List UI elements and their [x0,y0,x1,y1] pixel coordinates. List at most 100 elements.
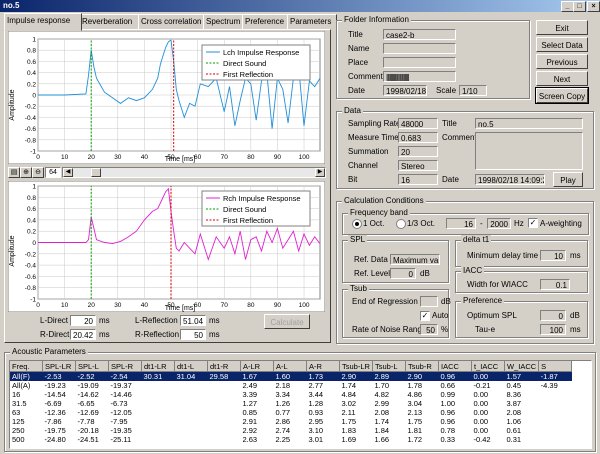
table-row[interactable]: 31.5 -6.69 -6.65 -6.73 1.27 1.26 1.28 3.02 2.99 3… [10,399,572,408]
tab-cross-correlation[interactable]: Cross correlation [138,14,206,30]
scroll-right-icon[interactable]: ▶ [315,168,325,177]
print-icon[interactable]: ▤ [8,167,20,178]
x-tick-label: 90 [274,154,282,161]
scroll-left-icon[interactable]: ◀ [63,168,73,177]
calc-group-title: Calculation Conditions [342,196,426,205]
min-delay-field[interactable]: 10 [540,250,566,261]
scroll-thumb[interactable] [91,168,101,177]
l-reflection-unit: ms [209,316,220,325]
next-button[interactable]: Next [536,71,588,86]
table-row[interactable]: 63 -12.36 -12.69 -12.05 0.85 0.77 0.93 2.11 2.08… [10,408,572,417]
folder-scale-field[interactable]: 1/10 [459,85,487,96]
folder-date-field[interactable]: 1998/02/18 [383,85,427,96]
column-header[interactable]: A-R [306,361,340,372]
folder-title-field[interactable]: case2-b [383,29,456,40]
column-header[interactable]: A-LR [240,361,274,372]
data-date-label: Date [442,175,459,184]
select-data-button[interactable]: Select Data [536,37,588,52]
table-row[interactable]: 500 -24.80 -24.51 -25.11 2.63 2.25 3.01 1.69 1.6… [10,435,572,444]
r-reflection-label: R-Reflection [135,330,180,339]
tau-e-field[interactable]: 100 [540,324,566,335]
table-cell [208,417,241,426]
data-date-field[interactable]: 1998/02/18 14:09:20 [475,174,545,185]
radio-1-oct[interactable] [352,219,362,229]
tab-spectrum[interactable]: Spectrum [203,14,245,30]
column-header[interactable]: S [538,361,573,372]
calculate-button[interactable]: Calculate [264,314,310,329]
column-header[interactable]: dt1-R [207,361,241,372]
column-header[interactable]: dt1-L [174,361,208,372]
column-header[interactable]: t_IACC [471,361,505,372]
table-row[interactable]: 125 -7.86 -7.78 -7.95 2.91 2.86 2.95 1.75 1.74 1.… [10,417,572,426]
previous-button[interactable]: Previous [536,54,588,69]
table-cell: 1.06 [506,417,522,426]
freq-low-field[interactable]: 16 [446,218,476,229]
lch-impulse-chart: 10.80.60.40.20-0.2-0.4-0.6-0.8-10 10 20 30 4… [8,31,325,164]
bit-field[interactable]: 16 [398,174,438,185]
a-weighting-checkbox[interactable]: ✓ [528,218,538,228]
tab-impulse-response[interactable]: Impulse response [4,13,82,31]
column-header[interactable]: A-L [273,361,307,372]
l-direct-field[interactable]: 20 [70,315,96,326]
column-header[interactable]: Tsub-R [405,361,439,372]
tab-parameters[interactable]: Parameters [287,14,337,30]
ref-level-field[interactable]: 0 [390,268,416,279]
x-tick-label: 20 [88,302,96,309]
table-cell: -19.75 [44,426,66,435]
folder-name-field[interactable] [383,43,456,54]
tab-preference[interactable]: Preference [242,14,290,30]
column-header[interactable]: IACC [438,361,472,372]
column-header[interactable]: W_IACC [504,361,540,372]
zoom-level-field[interactable]: 64 [45,167,61,178]
table-cell: 0.45 [506,381,522,390]
column-header[interactable]: dt1-LR [141,361,175,372]
auto-checkbox[interactable]: ✓ [420,311,430,321]
l-reflection-field[interactable]: 51.04 [180,315,206,326]
maximize-button[interactable]: □ [573,1,586,12]
column-header[interactable]: Tsub-LR [339,361,373,372]
end-regression-field[interactable] [420,296,438,307]
table-cell: 3.39 [242,390,258,399]
close-button[interactable]: × [587,1,600,12]
r-reflection-field[interactable]: 50 [180,329,206,340]
freq-high-field[interactable]: 2000 [487,218,511,229]
optimum-spl-field[interactable]: 0 [540,310,566,321]
column-header[interactable]: SPL-R [108,361,142,372]
folder-place-field[interactable] [383,57,456,68]
table-cell: 4.82 [374,390,390,399]
l-direct-unit: ms [99,316,110,325]
data-comment-field[interactable] [475,132,583,170]
ref-data-field[interactable]: Maximum value [390,254,440,265]
folder-comment-field[interactable]: ||||||||||||||||||||| [383,71,456,82]
sampling-rate-field[interactable]: 48000 [398,118,438,129]
table-row[interactable]: All(A) -19.23 -19.09 -19.37 2.49 2.18 2.77 1.74… [10,381,572,390]
table-cell: -14.46 [110,390,132,399]
channel-field[interactable]: Stereo [398,160,438,171]
table-cell: 250 [12,426,25,435]
time-scrollbar[interactable]: ◀ ▶ [62,167,326,178]
table-row[interactable]: 16 -14.54 -14.62 -14.46 3.39 3.34 3.44 4.84 4.82… [10,390,572,399]
column-header[interactable]: Tsub-L [372,361,406,372]
table-row[interactable]: All(F) -2.53 -2.52 -2.54 30.31 31.04 29.58 1.67… [10,371,572,381]
channel-label: Channel [348,161,378,170]
summation-field[interactable]: 20 [398,146,438,157]
wiacc-field[interactable]: 0.1 [540,279,570,290]
zoom-out-icon[interactable]: ⊖ [32,167,44,178]
exit-button[interactable]: Exit [536,20,588,35]
zoom-in-icon[interactable]: ⊕ [20,167,32,178]
radio-third-oct[interactable] [396,219,406,229]
column-header[interactable]: SPL-LR [42,361,76,372]
r-direct-field[interactable]: 20.42 [70,329,96,340]
rate-noise-field[interactable]: 50 [420,324,438,335]
table-row[interactable]: 250 -19.75 -20.18 -19.35 2.92 2.74 3.10 1.83 1.8… [10,426,572,435]
tab-reverberation[interactable]: Reverberation [79,14,141,30]
measure-time-field[interactable]: 0.683 [398,132,438,143]
column-header[interactable]: Freq. [10,361,43,372]
table-cell: 3.02 [341,399,357,408]
table-cell: 1.66 [374,435,390,444]
data-title-field[interactable]: no.5 [475,118,583,129]
acoustic-parameters-table-frame[interactable]: Freq. SPL-LR SPL-L SPL-R dt1-LR dt1-L dt1-R A-L… [9,360,592,449]
screen-copy-button[interactable]: Screen Copy [535,87,589,104]
play-button[interactable]: Play [553,172,583,187]
column-header[interactable]: SPL-L [75,361,109,372]
